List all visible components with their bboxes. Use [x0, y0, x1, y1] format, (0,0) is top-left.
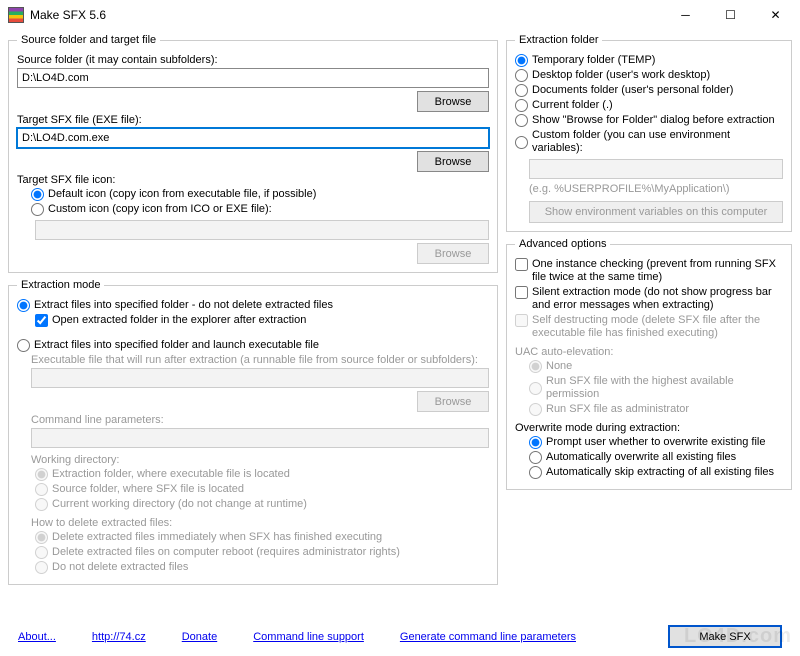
ef-browse-radio[interactable] [515, 114, 528, 127]
app-icon [8, 7, 24, 23]
adv-legend: Advanced options [515, 238, 610, 250]
gen-cli-link[interactable]: Generate command line parameters [400, 631, 576, 643]
one-instance-label: One instance checking (prevent from runn… [532, 258, 783, 284]
open-explorer-check[interactable] [35, 314, 48, 327]
target-file-label: Target SFX file (EXE file): [17, 114, 489, 126]
browse-target-button[interactable]: Browse [417, 151, 489, 172]
exmode-nodel-radio[interactable] [17, 299, 30, 312]
source-folder-input[interactable] [17, 68, 489, 88]
about-link[interactable]: About... [18, 631, 56, 643]
ef-custom-radio[interactable] [515, 136, 528, 149]
wd-source-label: Source folder, where SFX file is located [52, 483, 244, 496]
exmode-nodel-label: Extract files into specified folder - do… [34, 299, 333, 312]
target-icon-label: Target SFX file icon: [17, 174, 489, 186]
wd-extract-radio [35, 468, 48, 481]
uac-highest-radio [529, 382, 542, 395]
wd-source-radio [35, 483, 48, 496]
exe-file-label: Executable file that will run after extr… [31, 354, 489, 366]
ow-prompt-label: Prompt user whether to overwrite existin… [546, 436, 765, 449]
ef-custom-label: Custom folder (you can use environment v… [532, 129, 783, 155]
source-folder-label: Source folder (it may contain subfolders… [17, 54, 489, 66]
del-none-label: Do not delete extracted files [52, 561, 188, 574]
del-none-radio [35, 561, 48, 574]
maximize-button[interactable]: ☐ [708, 1, 753, 29]
cmd-params-input [31, 428, 489, 448]
ef-desktop-label: Desktop folder (user's work desktop) [532, 69, 710, 82]
ef-current-label: Current folder (.) [532, 99, 613, 112]
uac-none-radio [529, 360, 542, 373]
del-immediate-label: Delete extracted files immediately when … [52, 531, 382, 544]
browse-icon-button: Browse [417, 243, 489, 264]
self-destruct-label: Self destructing mode (delete SFX file a… [532, 314, 783, 340]
extraction-mode-group: Extraction mode Extract files into speci… [8, 279, 498, 585]
open-explorer-label: Open extracted folder in the explorer af… [52, 314, 306, 327]
self-destruct-check [515, 314, 528, 327]
uac-highest-label: Run SFX file with the highest available … [546, 375, 783, 401]
ow-prompt-radio[interactable] [529, 436, 542, 449]
exmode-launch-label: Extract files into specified folder and … [34, 339, 319, 352]
del-reboot-radio [35, 546, 48, 559]
window-title: Make SFX 5.6 [30, 8, 663, 22]
source-target-group: Source folder and target file Source fol… [8, 34, 498, 273]
ow-overwrite-label: Automatically overwrite all existing fil… [546, 451, 736, 464]
one-instance-check[interactable] [515, 258, 528, 271]
ef-docs-radio[interactable] [515, 84, 528, 97]
browse-exe-button: Browse [417, 391, 489, 412]
exfolder-legend: Extraction folder [515, 34, 602, 46]
advanced-options-group: Advanced options One instance checking (… [506, 238, 792, 490]
target-file-input[interactable] [17, 128, 489, 148]
ow-skip-radio[interactable] [529, 466, 542, 479]
exmode-launch-radio[interactable] [17, 339, 30, 352]
ef-browse-label: Show "Browse for Folder" dialog before e… [532, 114, 775, 127]
make-sfx-button[interactable]: Make SFX [668, 625, 782, 648]
close-button[interactable]: ✕ [753, 1, 798, 29]
source-legend: Source folder and target file [17, 34, 160, 46]
ef-docs-label: Documents folder (user's personal folder… [532, 84, 733, 97]
wd-extract-label: Extraction folder, where executable file… [52, 468, 290, 481]
overwrite-label: Overwrite mode during extraction: [515, 422, 783, 434]
uac-admin-label: Run SFX file as administrator [546, 403, 689, 416]
minimize-button[interactable]: ─ [663, 1, 708, 29]
icon-default-radio[interactable] [31, 188, 44, 201]
uac-admin-radio [529, 403, 542, 416]
ef-desktop-radio[interactable] [515, 69, 528, 82]
browse-source-button[interactable]: Browse [417, 91, 489, 112]
icon-custom-radio[interactable] [31, 203, 44, 216]
wd-current-radio [35, 498, 48, 511]
site-link[interactable]: http://74.cz [92, 631, 146, 643]
extraction-folder-group: Extraction folder Temporary folder (TEMP… [506, 34, 792, 232]
icon-default-label: Default icon (copy icon from executable … [48, 188, 316, 201]
icon-custom-input [35, 220, 489, 240]
uac-none-label: None [546, 360, 572, 373]
exe-file-input [31, 368, 489, 388]
silent-mode-check[interactable] [515, 286, 528, 299]
uac-label: UAC auto-elevation: [515, 346, 783, 358]
ef-custom-input [529, 159, 783, 179]
del-reboot-label: Delete extracted files on computer reboo… [52, 546, 400, 559]
ef-temp-label: Temporary folder (TEMP) [532, 54, 655, 67]
delete-label: How to delete extracted files: [31, 517, 489, 529]
donate-link[interactable]: Donate [182, 631, 217, 643]
ef-temp-radio[interactable] [515, 54, 528, 67]
cli-support-link[interactable]: Command line support [253, 631, 364, 643]
bottom-bar: About... http://74.cz Donate Command lin… [0, 625, 800, 648]
ef-placeholder-hint: (e.g. %USERPROFILE%\MyApplication\) [529, 183, 783, 195]
show-env-vars-button: Show environment variables on this compu… [529, 201, 783, 223]
icon-custom-label: Custom icon (copy icon from ICO or EXE f… [48, 203, 272, 216]
workdir-label: Working directory: [31, 454, 489, 466]
wd-current-label: Current working directory (do not change… [52, 498, 307, 511]
ef-current-radio[interactable] [515, 99, 528, 112]
del-immediate-radio [35, 531, 48, 544]
exmode-legend: Extraction mode [17, 279, 104, 291]
ow-overwrite-radio[interactable] [529, 451, 542, 464]
ow-skip-label: Automatically skip extracting of all exi… [546, 466, 774, 479]
silent-mode-label: Silent extraction mode (do not show prog… [532, 286, 783, 312]
cmd-params-label: Command line parameters: [31, 414, 489, 426]
titlebar: Make SFX 5.6 ─ ☐ ✕ [0, 0, 800, 30]
